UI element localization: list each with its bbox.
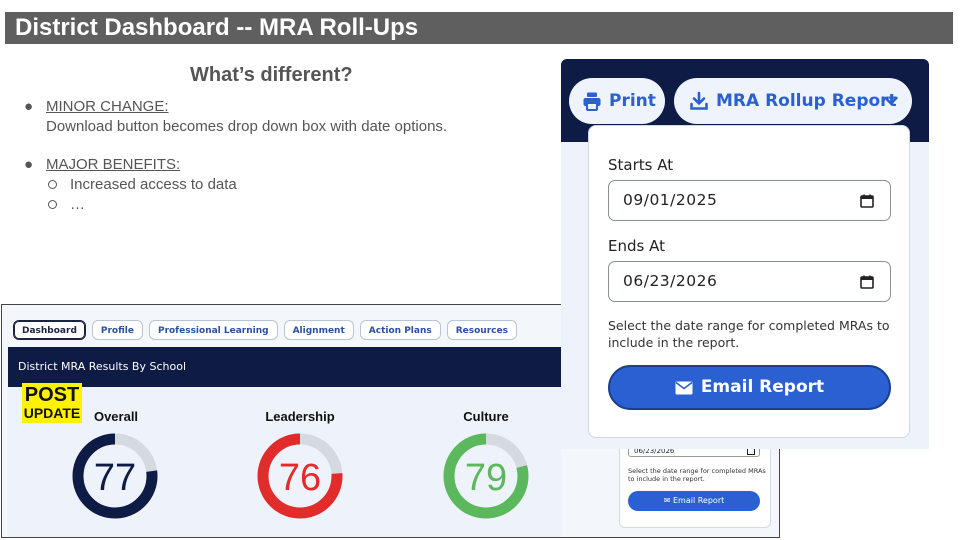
- email-report-label: Email Report: [700, 377, 825, 397]
- slide-subtitle: What’s different?: [190, 64, 353, 86]
- major-benefits-label: MAJOR BENEFITS:: [46, 156, 181, 173]
- bullet-dot: ●: [24, 156, 34, 173]
- print-label: Print: [609, 91, 656, 111]
- slide-title: District Dashboard -- MRA Roll-Ups: [5, 12, 953, 44]
- envelope-icon: ✉: [663, 496, 671, 505]
- starts-at-label: Starts At: [608, 156, 674, 174]
- results-header: District MRA Results By School: [8, 347, 562, 387]
- starts-at-input[interactable]: 09/01/2025: [608, 180, 891, 221]
- starts-at-value: 09/01/2025: [623, 191, 718, 209]
- tab-dashboard[interactable]: Dashboard: [13, 320, 86, 340]
- envelope-icon: [675, 381, 693, 395]
- mini-email-report-button[interactable]: ✉ Email Report: [628, 491, 760, 511]
- tab-bar: Dashboard Profile Professional Learning …: [13, 320, 517, 340]
- date-range-help-text: Select the date range for completed MRAs…: [608, 318, 890, 350]
- gauge-value-leadership: 76: [279, 457, 321, 499]
- sub-bullet-text-1: Increased access to data: [70, 176, 237, 193]
- minor-change-text: Download button becomes drop down box wi…: [46, 118, 448, 135]
- bullet-dot: ●: [24, 98, 34, 115]
- tab-profile[interactable]: Profile: [91, 320, 143, 340]
- chevron-down-icon: [884, 96, 898, 106]
- mini-report-popover: 06/23/2026 Select the date range for com…: [619, 436, 771, 528]
- calendar-icon[interactable]: [860, 194, 874, 208]
- ends-at-label: Ends At: [608, 237, 665, 255]
- gauge-value-culture: 79: [465, 457, 507, 499]
- email-report-button[interactable]: Email Report: [608, 365, 891, 410]
- score-gauges: 77 76 79: [72, 433, 529, 519]
- ends-at-input[interactable]: 06/23/2026: [608, 261, 891, 302]
- gauge-value-overall: 77: [94, 457, 136, 499]
- post-tag-line1: POST: [24, 384, 80, 406]
- mra-rollup-label: MRA Rollup Report: [716, 91, 897, 111]
- calendar-icon[interactable]: [860, 275, 874, 289]
- download-icon: [690, 91, 708, 110]
- ends-at-value: 06/23/2026: [623, 272, 718, 290]
- tab-professional-learning[interactable]: Professional Learning: [148, 320, 278, 340]
- mini-email-report-label: Email Report: [672, 496, 725, 505]
- date-range-dropdown: Starts At 09/01/2025 Ends At 06/23/2026 …: [588, 125, 910, 438]
- sub-bullet-text-2: …: [70, 196, 85, 213]
- tab-action-plans[interactable]: Action Plans: [359, 320, 441, 340]
- minor-change-label: MINOR CHANGE:: [46, 98, 169, 115]
- printer-icon: [583, 92, 601, 111]
- mra-rollup-report-dropdown[interactable]: MRA Rollup Report: [674, 78, 912, 124]
- tab-resources[interactable]: Resources: [446, 320, 517, 340]
- mini-help-text: Select the date range for completed MRAs…: [628, 467, 766, 483]
- print-button[interactable]: Print: [569, 78, 665, 124]
- tab-alignment[interactable]: Alignment: [283, 320, 354, 340]
